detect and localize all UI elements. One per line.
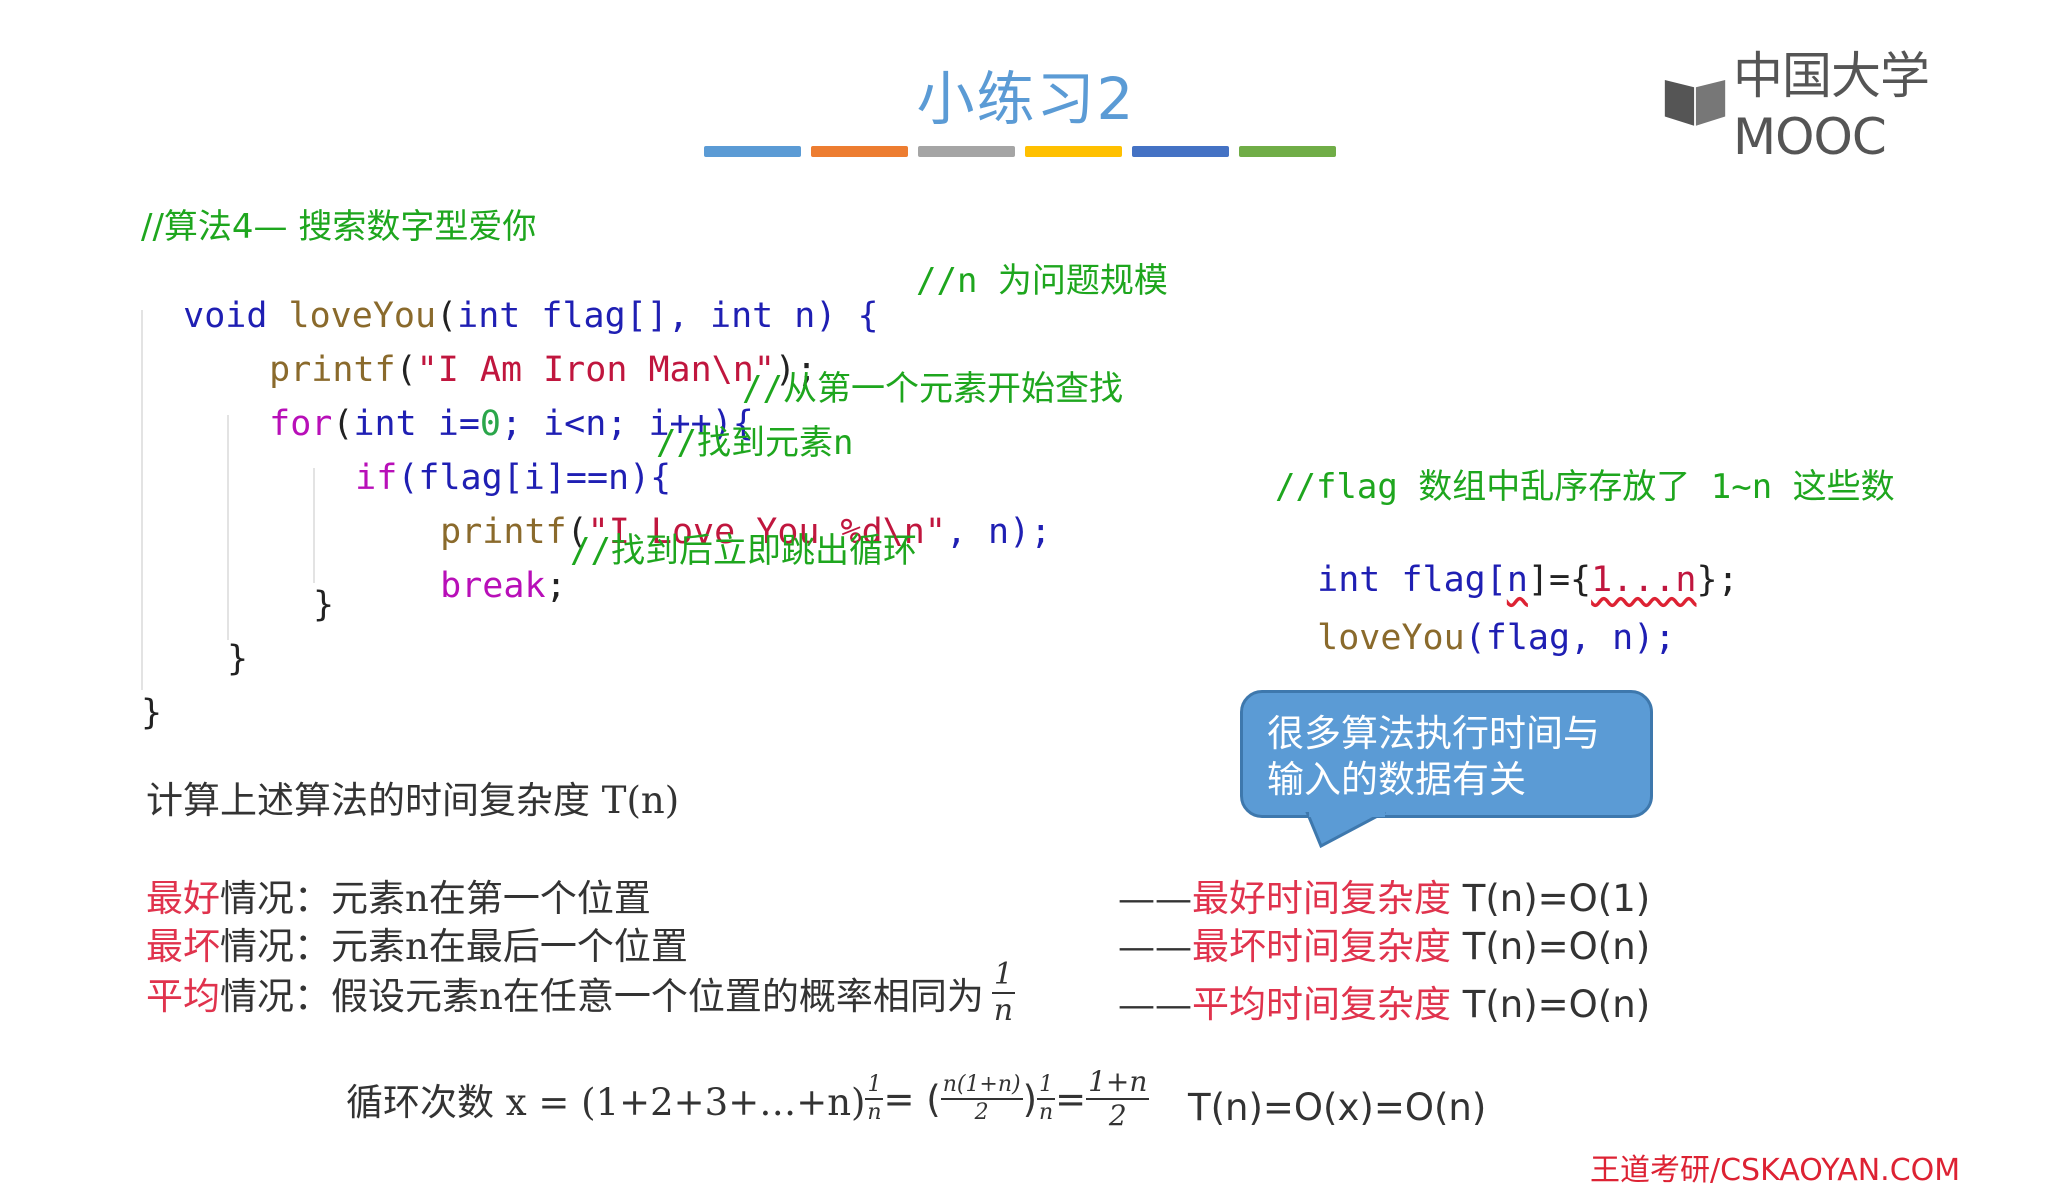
logo-text: 中国大学MOOC: [1733, 47, 1930, 166]
code-token: if: [355, 458, 398, 498]
color-bar-segment: [704, 146, 801, 157]
code-line-8: }: [227, 639, 249, 679]
callout-bubble: 很多算法执行时间与 输入的数据有关: [1240, 690, 1653, 818]
color-bar-segment: [918, 146, 1015, 157]
loop-count-formula: 循环次数 x = (1+2+3+…+n) 1 n = ( n(1+n) 2 ) …: [346, 1065, 1150, 1132]
fraction-numerator: 1: [1037, 1074, 1056, 1100]
book-icon: [1664, 79, 1726, 126]
fraction-denominator: n: [867, 1100, 882, 1125]
fraction-denominator: 2: [1108, 1099, 1127, 1132]
case-desc: 元素n在第一个位置: [331, 877, 651, 920]
case-result: T(n)=O(n): [1451, 983, 1651, 1026]
code-token: loveYou: [1317, 618, 1465, 658]
title-color-bar: [704, 146, 1336, 157]
case-result: T(n)=O(1): [1451, 877, 1651, 920]
case-best: 最好情况：元素n在第一个位置: [146, 868, 651, 922]
code-comment-header: //算法4— 搜索数字型爱你: [141, 207, 537, 247]
color-bar-segment: [1239, 146, 1336, 157]
case-suffix: 情况：: [220, 877, 331, 920]
color-bar-segment: [1132, 146, 1229, 157]
case-result-label: 最坏时间复杂度: [1192, 925, 1451, 968]
code-comment: //找到后立即跳出循环: [570, 531, 917, 571]
case-label: 最好: [146, 877, 220, 920]
formula-fraction: n(1+n) 2: [940, 1074, 1023, 1125]
formula-prefix: 循环次数 x = (1+2+3+…+n): [346, 1081, 866, 1124]
question-text: 计算上述算法的时间复杂度 T(n): [146, 770, 679, 824]
fraction-denominator: n: [993, 993, 1014, 1028]
color-bar-segment: [1025, 146, 1122, 157]
side-code-comment: //flag 数组中乱序存放了 1~n 这些数: [1275, 467, 1895, 507]
probability-fraction: 1 n: [991, 957, 1015, 1028]
code-line-7: }: [313, 585, 335, 625]
formula-fraction: 1+n 2: [1086, 1065, 1150, 1132]
code-comment: //找到元素n: [656, 423, 854, 463]
callout-line: 输入的数据有关: [1267, 758, 1526, 801]
case-average: 平均 情况： 假设元素n在任意一个位置的概率相同为 1 n: [146, 960, 1015, 1026]
case-desc: 假设元素n在任意一个位置的概率相同为: [331, 975, 984, 1018]
formula-operator: =: [1055, 1077, 1087, 1121]
code-line-6: break;: [398, 534, 567, 606]
code-token: break: [440, 566, 546, 606]
callout-line: 很多算法执行时间与: [1267, 712, 1600, 755]
watermark: 王道考研/CSKAOYAN.COM: [1590, 1153, 1961, 1188]
case-worst-result: ——最坏时间复杂度 T(n)=O(n): [1118, 916, 1650, 970]
code-comment: //从第一个元素开始查找: [742, 369, 1123, 409]
question-label: 计算上述算法的时间复杂度 T(n): [146, 779, 680, 822]
formula-fraction: 1 n: [865, 1074, 884, 1125]
indent-guide: [141, 310, 143, 690]
formula-result: T(n)=O(x)=O(n): [1188, 1086, 1487, 1129]
fraction-numerator: 1: [991, 957, 1015, 994]
case-result: T(n)=O(n): [1451, 925, 1651, 968]
callout-tail: [1305, 812, 1386, 848]
code-token: ;: [545, 566, 567, 606]
formula-operator: = (: [883, 1077, 941, 1121]
case-average-result: ——平均时间复杂度 T(n)=O(n): [1118, 974, 1650, 1028]
code-comment: //n 为问题规模: [916, 261, 1168, 301]
fraction-numerator: 1: [865, 1074, 884, 1100]
code-line-9: }: [141, 693, 163, 733]
case-best-result: ——最好时间复杂度 T(n)=O(1): [1118, 868, 1650, 922]
formula-fraction: 1 n: [1037, 1074, 1056, 1125]
case-dash: ——: [1118, 877, 1192, 920]
fraction-denominator: n: [1038, 1100, 1054, 1125]
code-token: (flag, n);: [1464, 618, 1676, 658]
code-token: };: [1696, 560, 1739, 600]
indent-guide: [227, 415, 229, 640]
case-result-label: 平均时间复杂度: [1192, 983, 1451, 1026]
fraction-denominator: 2: [974, 1100, 989, 1125]
case-dash: ——: [1118, 925, 1192, 968]
fraction-numerator: 1+n: [1086, 1065, 1150, 1100]
case-result-label: 最好时间复杂度: [1192, 877, 1451, 920]
side-code-line-3: loveYou(flag, n);: [1275, 586, 1675, 656]
color-bar-segment: [811, 146, 908, 157]
case-suffix: 情况：: [220, 975, 331, 1018]
mooc-logo: 中国大学MOOC: [1663, 36, 2052, 166]
formula-operator: ): [1022, 1077, 1038, 1121]
case-dash: ——: [1118, 983, 1192, 1026]
code-token: , n);: [945, 512, 1052, 552]
case-label: 平均: [146, 975, 220, 1018]
fraction-numerator: n(1+n): [940, 1074, 1023, 1100]
